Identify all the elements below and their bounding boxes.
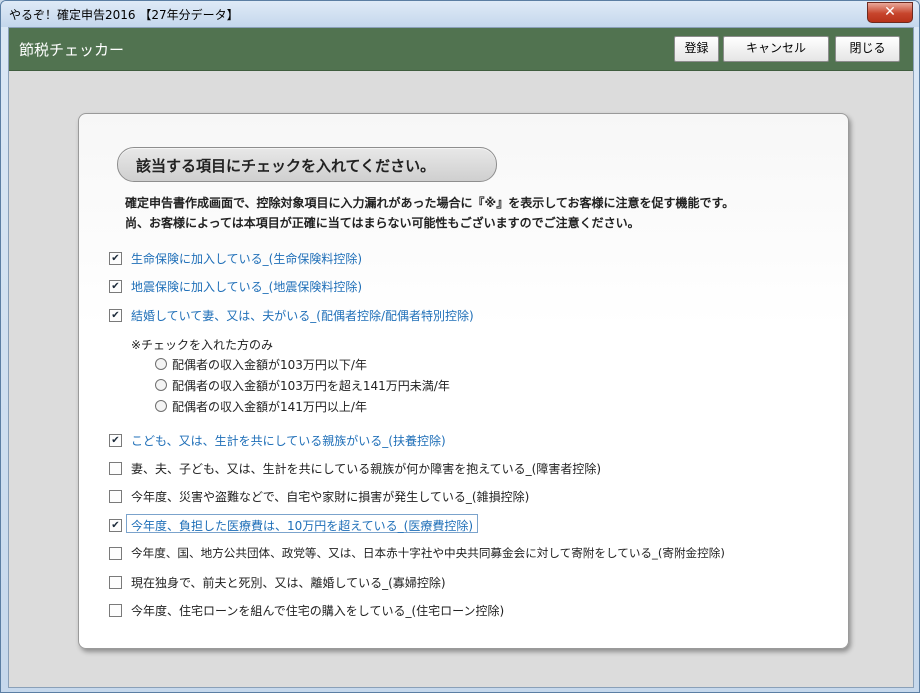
spouse-radio-2[interactable]: 配偶者の収入金額が103万円を超え141万円未満/年 <box>155 377 450 394</box>
spouse-radio-3[interactable]: 配偶者の収入金額が141万円以上/年 <box>155 398 367 415</box>
item-label: 妻、夫、子ども、又は、生計を共にしている親族が何か障害を抱えている_(障害者控除… <box>131 462 602 476</box>
item-label: 地震保険に加入している_(地震保険料控除) <box>131 280 363 294</box>
checkbox-unchecked[interactable] <box>109 547 122 560</box>
radio-label: 配偶者の収入金額が103万円を超え141万円未満/年 <box>172 379 450 393</box>
instruction-heading: 該当する項目にチェックを入れてください。 <box>117 147 497 182</box>
client-area: 節税チェッカー 登録 キャンセル 閉じる 該当する項目にチェックを入れてください… <box>8 27 914 688</box>
radio-label: 配偶者の収入金額が141万円以上/年 <box>172 400 367 414</box>
checkbox-checked[interactable]: ✔ <box>109 434 122 447</box>
item-label: 今年度、負担した医療費は、10万円を超えている_(医療費控除) <box>131 519 474 533</box>
main-area: 該当する項目にチェックを入れてください。 確定申告書作成画面で、控除対象項目に入… <box>9 71 913 687</box>
page-title: 節税チェッカー <box>19 41 125 59</box>
checkbox-unchecked[interactable] <box>109 604 122 617</box>
description-line-2: 尚、お客様によっては本項目が正確に当てはまらない可能性もございますのでご注意くだ… <box>125 216 640 230</box>
radio-button[interactable] <box>155 358 167 370</box>
radio-button[interactable] <box>155 379 167 391</box>
description-line-1: 確定申告書作成画面で、控除対象項目に入力漏れがあった場合に『※』を表示してお客様… <box>125 196 735 210</box>
window-title: やるぞ！確定申告2016 【27年分データ】 <box>9 8 239 22</box>
item-label: 今年度、住宅ローンを組んで住宅の購入をしている_(住宅ローン控除) <box>131 604 505 618</box>
toolbar: 節税チェッカー 登録 キャンセル 閉じる <box>9 28 913 71</box>
checkbox-unchecked[interactable] <box>109 490 122 503</box>
register-button[interactable]: 登録 <box>674 36 719 62</box>
item-label: 生命保険に加入している_(生命保険料控除) <box>131 252 363 266</box>
close-button[interactable]: 閉じる <box>835 36 900 62</box>
radio-button[interactable] <box>155 400 167 412</box>
item-label: 今年度、災害や盗難などで、自宅や家財に損害が発生している_(雑損控除) <box>131 490 530 504</box>
checkbox-checked[interactable]: ✔ <box>109 519 122 532</box>
radio-label: 配偶者の収入金額が103万円以下/年 <box>172 358 367 372</box>
window-close-button[interactable]: ✕ <box>867 2 913 23</box>
heading-text: 該当する項目にチェックを入れてください。 <box>136 157 436 175</box>
title-bar: やるぞ！確定申告2016 【27年分データ】 ✕ <box>1 1 919 27</box>
item-label: 現在独身で、前夫と死別、又は、離婚している_(寡婦控除) <box>131 576 446 590</box>
cancel-button[interactable]: キャンセル <box>723 36 829 62</box>
checkbox-checked[interactable]: ✔ <box>109 280 122 293</box>
item-label: 今年度、国、地方公共団体、政党等、又は、日本赤十字社や中央共同募金会に対して寄附… <box>131 546 725 560</box>
checkbox-unchecked[interactable] <box>109 576 122 589</box>
checkbox-checked[interactable]: ✔ <box>109 252 122 265</box>
item-label: 結婚していて妻、又は、夫がいる_(配偶者控除/配偶者特別控除) <box>131 309 474 323</box>
checkbox-checked[interactable]: ✔ <box>109 309 122 322</box>
spouse-radio-1[interactable]: 配偶者の収入金額が103万円以下/年 <box>155 356 367 373</box>
checker-panel: 該当する項目にチェックを入れてください。 確定申告書作成画面で、控除対象項目に入… <box>78 113 849 649</box>
spouse-note: ※チェックを入れた方のみ <box>131 338 274 352</box>
item-label: こども、又は、生計を共にしている親族がいる_(扶養控除) <box>131 434 446 448</box>
app-window: やるぞ！確定申告2016 【27年分データ】 ✕ 節税チェッカー 登録 キャンセ… <box>0 0 920 693</box>
checkbox-unchecked[interactable] <box>109 462 122 475</box>
